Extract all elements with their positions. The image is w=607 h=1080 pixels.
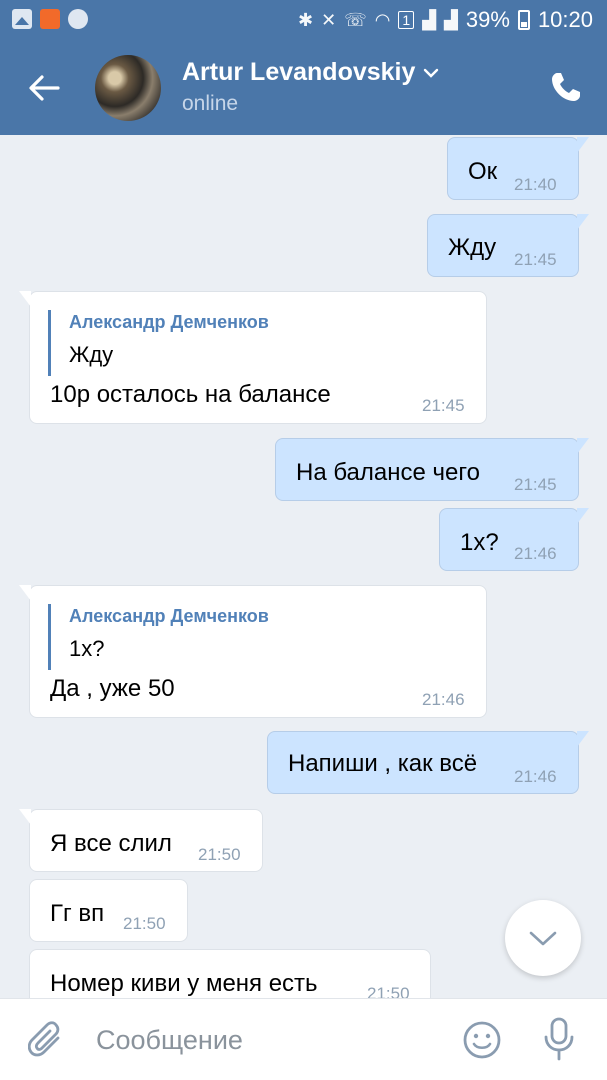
paperclip-icon[interactable] [28, 1021, 64, 1059]
wifi-icon: ◠ [374, 9, 391, 30]
message-input[interactable] [96, 1023, 426, 1057]
message-time: 21:40 [514, 175, 557, 194]
chevron-down-icon [424, 68, 439, 78]
signal-2-icon: ▟ [444, 9, 458, 30]
message-outgoing[interactable]: На балансе чего 21:45 [275, 438, 589, 501]
reply-text: 1х? [69, 636, 105, 661]
message-composer [0, 998, 607, 1080]
message-incoming[interactable]: Номер киви у меня есть 21:50 [29, 949, 431, 998]
message-text: Номер киви у меня есть [50, 970, 318, 997]
message-incoming[interactable]: Я все слил 21:50 [19, 809, 263, 872]
avatar[interactable] [95, 55, 161, 121]
system-status: ✱ ✕ ☏ ◠ 1 ▟ ▟ 39% 10:20 [298, 7, 593, 33]
message-outgoing[interactable]: Жду 21:45 [427, 214, 589, 277]
message-outgoing[interactable]: 1х? 21:46 [439, 508, 589, 571]
chat-header: Artur Levandovskiy online [0, 40, 607, 135]
reply-author: Александр Демченков [69, 606, 269, 626]
message-incoming[interactable]: Гг вп 21:50 [29, 879, 188, 942]
message-text: Жду [448, 234, 497, 261]
sim-badge: 1 [398, 11, 415, 29]
reply-author: Александр Демченков [69, 312, 269, 332]
contact-title[interactable]: Artur Levandovskiy [182, 58, 439, 87]
message-text: 1х? [460, 529, 499, 556]
back-arrow-icon [29, 75, 60, 101]
message-time: 21:50 [198, 845, 241, 864]
gallery-notification-icon [12, 9, 32, 29]
battery-percent: 39% [465, 7, 510, 32]
message-text: Гг вп [50, 900, 105, 927]
battery-icon [517, 10, 530, 30]
signal-icon: ▟ [422, 9, 437, 30]
message-time: 21:45 [514, 475, 557, 494]
notification-icons [12, 9, 88, 29]
contact-name: Artur Levandovskiy [182, 58, 416, 86]
message-time: 21:46 [422, 690, 465, 709]
message-text: Да , уже 50 [50, 675, 175, 702]
message-time: 21:50 [123, 914, 166, 933]
message-text: Я все слил [50, 830, 172, 857]
scroll-to-bottom-button[interactable] [505, 900, 581, 976]
message-outgoing[interactable]: Ок 21:40 [447, 137, 589, 200]
message-incoming-reply[interactable]: Александр Демченков 1х? Да , уже 50 21:4… [19, 585, 487, 718]
app-notification-icon [40, 9, 60, 29]
message-time: 21:45 [514, 250, 557, 269]
message-time: 21:45 [422, 396, 465, 415]
message-incoming-reply[interactable]: Александр Демченков Жду 10р осталось на … [19, 291, 487, 424]
message-outgoing[interactable]: Напиши , как всё 21:46 [267, 731, 589, 794]
emoji-icon[interactable] [462, 1020, 502, 1060]
reply-quote-bar [48, 310, 51, 376]
phone-icon[interactable] [549, 70, 583, 104]
message-text: 10р осталось на балансе [50, 381, 331, 408]
microphone-icon[interactable] [542, 1017, 576, 1061]
status-bar: ✱ ✕ ☏ ◠ 1 ▟ ▟ 39% 10:20 [0, 0, 607, 40]
reply-quote-bar [48, 604, 51, 670]
clock: 10:20 [537, 7, 593, 32]
message-text: Ок [468, 158, 498, 185]
wifi-calling-icon: ☏ [344, 9, 367, 30]
mute-icon: ✕ [321, 9, 337, 30]
message-list[interactable]: Ок 21:40 Жду 21:45 Александр Демченков Ж… [0, 135, 607, 998]
message-text: На балансе чего [296, 459, 480, 486]
message-time: 21:46 [514, 767, 557, 786]
back-button[interactable] [24, 68, 64, 108]
message-time: 21:50 [367, 984, 410, 998]
reply-text: Жду [69, 342, 114, 367]
navigation-notification-icon [68, 9, 88, 29]
message-text: Напиши , как всё [288, 750, 478, 777]
contact-status: online [182, 92, 239, 115]
message-time: 21:46 [514, 544, 557, 563]
chevron-down-scroll-icon [529, 931, 557, 946]
bluetooth-icon: ✱ [297, 9, 314, 30]
